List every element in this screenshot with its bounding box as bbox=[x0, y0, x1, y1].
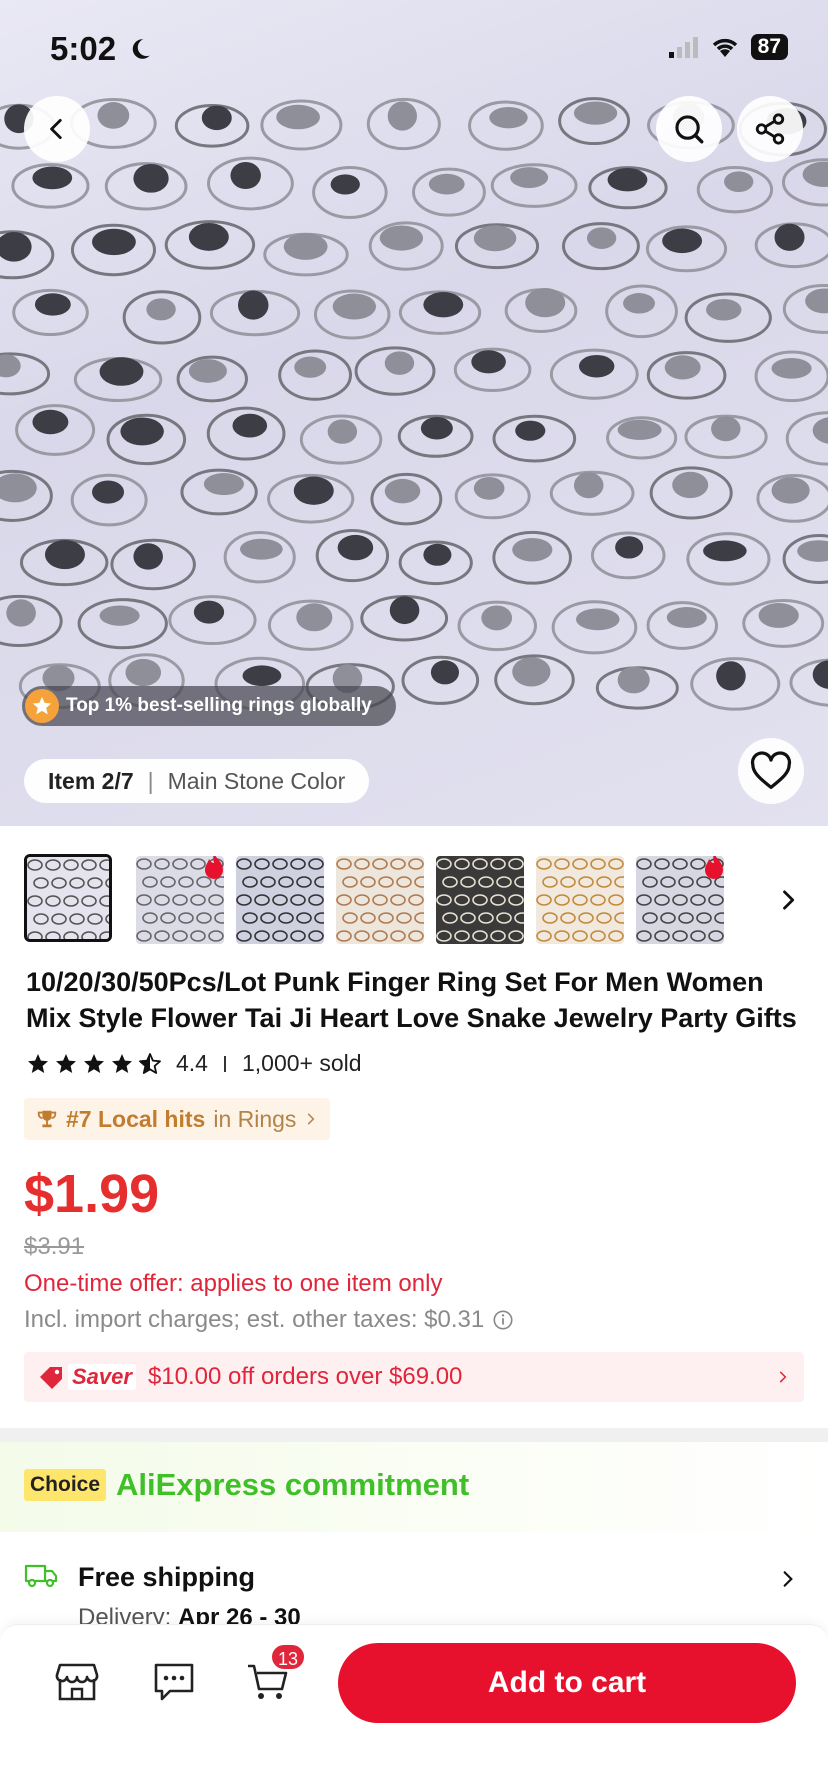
tag-icon bbox=[40, 1367, 62, 1389]
chevron-right-icon bbox=[779, 1371, 787, 1383]
info-icon bbox=[493, 1310, 513, 1330]
moon-icon bbox=[132, 39, 150, 59]
saver-logo: Saver bbox=[38, 1364, 136, 1390]
star-icon bbox=[56, 1053, 76, 1073]
best-selling-badge: Top 1% best-selling rings globally bbox=[22, 686, 396, 726]
thumbnail[interactable] bbox=[336, 856, 424, 944]
status-bar: 5:02 87 bbox=[0, 0, 828, 100]
thumbnail[interactable] bbox=[136, 856, 224, 944]
half-star-icon bbox=[139, 1052, 161, 1074]
store-icon bbox=[55, 1663, 99, 1701]
rank-number: #7 Local hits bbox=[66, 1105, 206, 1132]
item-counter-pill[interactable]: Item 2/7 | Main Stone Color bbox=[24, 759, 370, 803]
rating-divider bbox=[223, 1055, 226, 1072]
share-button[interactable] bbox=[737, 96, 803, 162]
variant-label: Main Stone Color bbox=[167, 767, 346, 794]
sold-count: 1,000+ sold bbox=[241, 1050, 362, 1076]
status-icons: 87 bbox=[668, 34, 788, 60]
chat-button[interactable] bbox=[150, 1658, 198, 1706]
fire-icon bbox=[705, 856, 723, 879]
section-divider bbox=[0, 1428, 828, 1442]
saver-text: $10.00 off orders over $69.00 bbox=[147, 1363, 463, 1390]
wishlist-button[interactable] bbox=[738, 738, 804, 804]
signal-icon bbox=[668, 37, 698, 58]
trophy-icon bbox=[37, 1110, 57, 1128]
original-price: $3.91 bbox=[24, 1233, 85, 1260]
thumbnail[interactable] bbox=[536, 856, 624, 944]
current-price: $1.99 bbox=[24, 1164, 160, 1224]
store-button[interactable] bbox=[53, 1658, 101, 1706]
rating-stars bbox=[26, 1052, 162, 1076]
battery-indicator: 87 bbox=[750, 34, 788, 60]
saver-logo-text: Saver bbox=[68, 1364, 136, 1390]
star-icon bbox=[84, 1053, 104, 1073]
wifi-icon bbox=[712, 38, 737, 57]
chevron-right-icon bbox=[308, 1113, 315, 1125]
status-time: 5:02 bbox=[50, 30, 117, 67]
thumbnail[interactable] bbox=[436, 856, 524, 944]
chevron-right-icon[interactable] bbox=[778, 1566, 798, 1592]
taxes-info[interactable]: Incl. import charges; est. other taxes: … bbox=[24, 1306, 514, 1334]
choice-tag: Choice bbox=[24, 1469, 107, 1501]
one-time-offer: One-time offer: applies to one item only bbox=[24, 1270, 443, 1297]
thumbnail-strip bbox=[24, 854, 804, 944]
star-icon bbox=[112, 1053, 132, 1073]
cart-count-badge: 13 bbox=[270, 1643, 307, 1671]
star-icon bbox=[28, 1053, 48, 1073]
chat-icon bbox=[154, 1663, 194, 1701]
local-hits-badge[interactable]: #7 Local hits in Rings bbox=[24, 1098, 331, 1140]
best-selling-text: Top 1% best-selling rings globally bbox=[66, 695, 372, 716]
star-badge-icon bbox=[25, 689, 59, 723]
fire-icon bbox=[205, 856, 223, 879]
product-title: 10/20/30/50Pcs/Lot Punk Finger Ring Set … bbox=[26, 967, 797, 1033]
taxes-text: Incl. import charges; est. other taxes: … bbox=[24, 1306, 485, 1333]
shipping-title[interactable]: Free shipping bbox=[78, 1562, 255, 1593]
truck-icon bbox=[24, 1564, 58, 1588]
saver-coupon-row[interactable]: Saver $10.00 off orders over $69.00 bbox=[24, 1352, 804, 1402]
add-to-cart-button[interactable]: Add to cart bbox=[338, 1643, 796, 1723]
thumbnail[interactable] bbox=[636, 856, 724, 944]
search-icon bbox=[675, 115, 704, 144]
rating-row[interactable]: 4.4 1,000+ sold bbox=[26, 1050, 362, 1077]
back-button[interactable] bbox=[24, 96, 90, 162]
search-button[interactable] bbox=[656, 96, 722, 162]
chevron-left-icon bbox=[50, 118, 62, 140]
rank-category: in Rings bbox=[213, 1105, 297, 1132]
share-icon bbox=[755, 113, 785, 145]
thumbnail[interactable] bbox=[24, 854, 112, 942]
thumbnail[interactable] bbox=[236, 856, 324, 944]
item-counter: Item 2/7 bbox=[48, 767, 134, 794]
rating-value: 4.4 bbox=[176, 1050, 208, 1076]
heart-icon bbox=[750, 751, 792, 789]
chevron-right-icon[interactable] bbox=[774, 880, 802, 920]
pill-divider: | bbox=[147, 767, 154, 794]
commitment-title: AliExpress commitment bbox=[116, 1467, 470, 1502]
